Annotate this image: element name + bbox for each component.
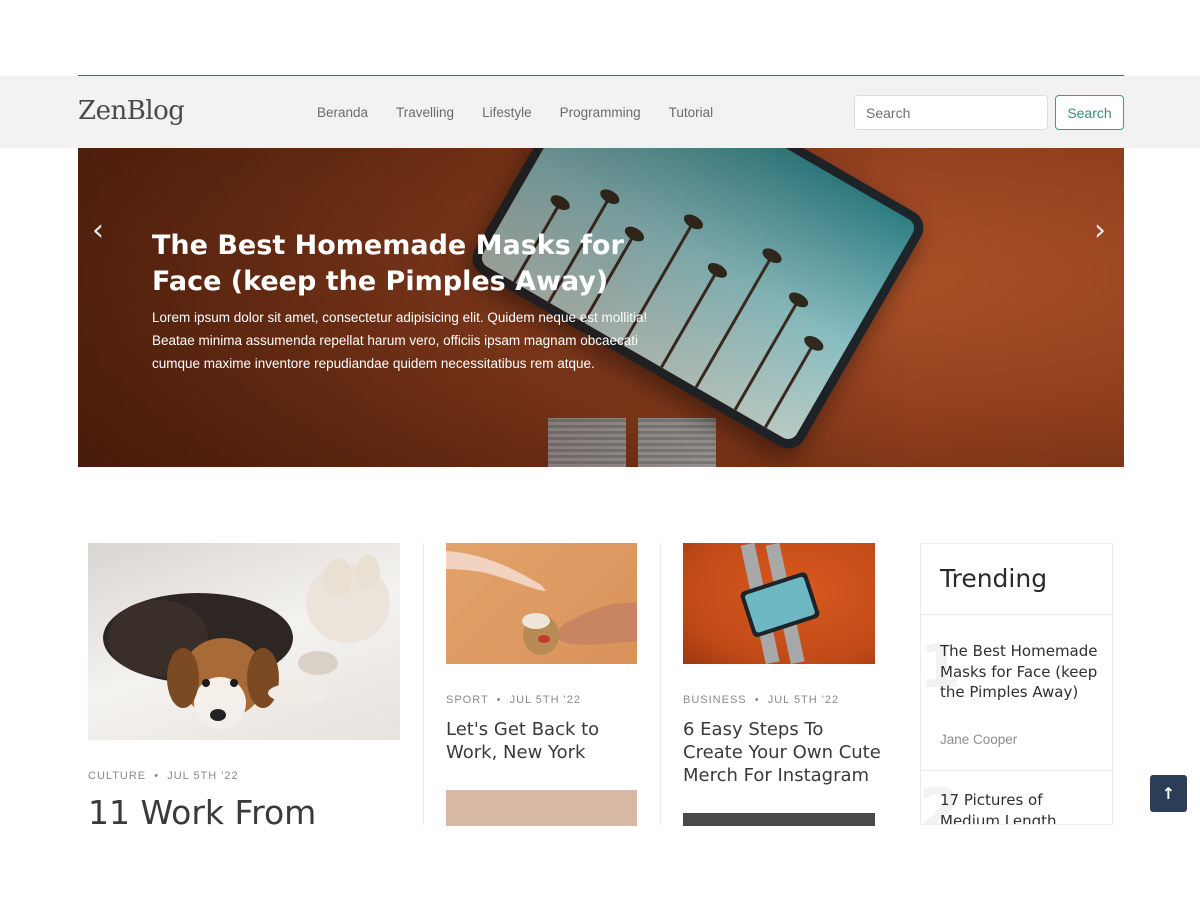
post-image-hands[interactable] [446,543,637,664]
viewport-bottom [0,826,1200,900]
arrow-up-icon[interactable]: ↑ [1150,775,1187,812]
tablet-illustration [740,543,820,664]
post-category[interactable]: Culture [88,770,146,782]
hands-illustration [446,551,637,655]
meta-separator: • [150,770,168,782]
trending-box: Trending 1 The Best Homemade Masks for F… [920,543,1113,825]
trending-divider [921,770,1112,771]
trending-divider [921,614,1112,615]
nav-travelling[interactable]: Travelling [396,105,454,120]
post-image-next[interactable] [683,813,875,826]
nav-beranda[interactable]: Beranda [317,105,368,120]
meta-separator: • [750,694,768,706]
hero-title[interactable]: The Best Homemade Masks for Face (keep t… [152,228,692,300]
post-title[interactable]: Let's Get Back to Work, New York [446,718,646,764]
main-nav: Beranda Travelling Lifestyle Programming… [317,76,741,148]
dog-illustration [103,555,390,729]
post-image-next[interactable] [446,790,637,826]
trending-author: Jane Cooper [940,732,1018,747]
column-divider [423,543,424,825]
nav-programming[interactable]: Programming [560,105,641,120]
post-category[interactable]: Business [683,694,747,706]
trending-title[interactable]: The Best Homemade Masks for Face (keep t… [940,641,1100,703]
search-button[interactable]: Search [1055,95,1124,130]
post-image-dog[interactable] [88,543,400,740]
post-meta: Business • Jul 5th '22 [683,694,839,706]
chevron-left-icon[interactable]: ‹ [92,216,104,246]
hero-slider: ‹ › The Best Homemade Masks for Face (ke… [78,148,1124,467]
post-date: Jul 5th '22 [509,694,581,706]
nav-lifestyle[interactable]: Lifestyle [482,105,532,120]
navbar: ZenBlog Beranda Travelling Lifestyle Pro… [0,76,1200,148]
post-title[interactable]: 6 Easy Steps To Create Your Own Cute Mer… [683,718,888,787]
post-date: Jul 5th '22 [167,770,239,782]
post-date: Jul 5th '22 [767,694,840,706]
hero-description: Lorem ipsum dolor sit amet, consectetur … [152,310,648,371]
post-category[interactable]: Sport [446,694,489,706]
post-image-tablet[interactable] [683,543,875,664]
trending-title[interactable]: 17 Pictures of Medium Length [940,790,1100,824]
meta-separator: • [492,694,510,706]
brand-logo[interactable]: ZenBlog [78,96,185,126]
post-meta: Culture • Jul 5th '22 [88,770,239,782]
nav-tutorial[interactable]: Tutorial [669,105,714,120]
column-divider [660,543,661,825]
chevron-right-icon[interactable]: › [1094,216,1106,246]
search-input[interactable] [854,95,1048,130]
trending-heading: Trending [940,564,1048,593]
post-meta: Sport • Jul 5th '22 [446,694,581,706]
